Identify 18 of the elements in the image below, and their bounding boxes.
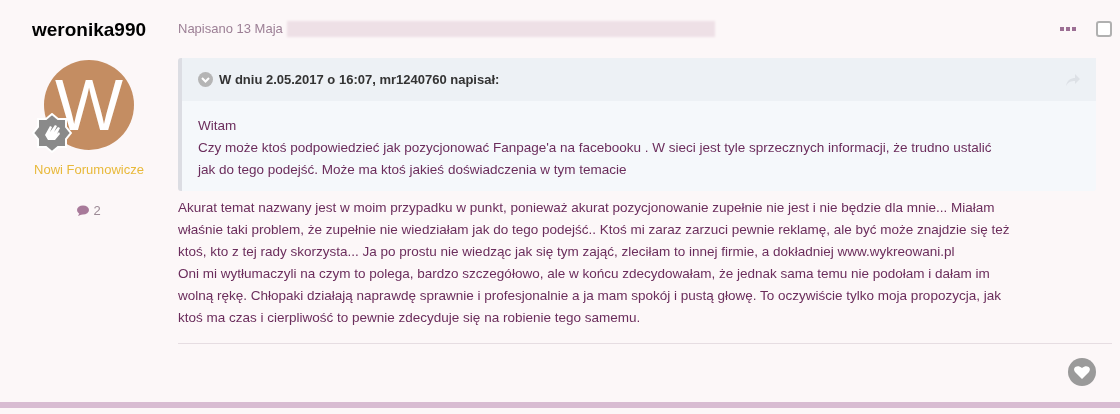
chevron-icon[interactable] [198,72,213,87]
quote-text: Czy może ktoś podpowiedzieć jak pozycjonować Fanpage'a na facebooku . W sieci jest tyle sprzecznych informacji, że trudno ustalić [198,139,993,157]
post-text: Oni mi wytłumaczyli na czym to polega, bardzo szczegółowo, ale w końcu zdecydowałam, że jednak sama temu nie podołam i dałam im [178,265,991,283]
post-count: 2 [93,202,101,220]
post-date: Napisano 13 Maja [178,20,283,39]
username[interactable]: weronika990 [31,16,147,45]
quote-header: W dniu 2.05.2017 o 16:07, mr1240760 napisał: [219,70,500,89]
post-text: właśnie taki problem, że zupełnie nie wiedziałam jak do tego podejść.. Ktoś mi zaraz zarzuci pewnie reklamę, ale być może znajdzie się też [178,221,1011,239]
quote-text: Witam [198,117,238,135]
quote-text: jak do tego podejść. Może ma ktoś jakieś doświadczenia w tym temacie [198,161,628,179]
select-checkbox[interactable] [1096,21,1112,37]
post-text: wolną rękę. Chłopaki działają naprawdę sprawnie i profesjonalnie a ja mam spokój i pustą głowę. To oczywiście tylko moja propozycja, jak [178,287,1002,305]
post-text: ktoś ma czas i cierpliwość to pewnie zdecyduje się na robienie tego samemu. [178,309,642,327]
more-icon[interactable] [1060,26,1076,32]
user-group: Nowi Forumowicze [34,159,144,179]
post-text: ktoś, kto z tej rady skorzysta... Ja po prostu nie wiedząc jak się tym zająć, zleciłam to innej firmie, a dokładniej www.wykreowani.pl [178,243,956,261]
comment-icon [77,205,90,217]
post-text: Akurat temat nazwany jest w moim przypadku w punkt, ponieważ akurat pozycjonowanie zupełnie nie jest i nie będzie dla mnie... Miałam [178,199,996,217]
